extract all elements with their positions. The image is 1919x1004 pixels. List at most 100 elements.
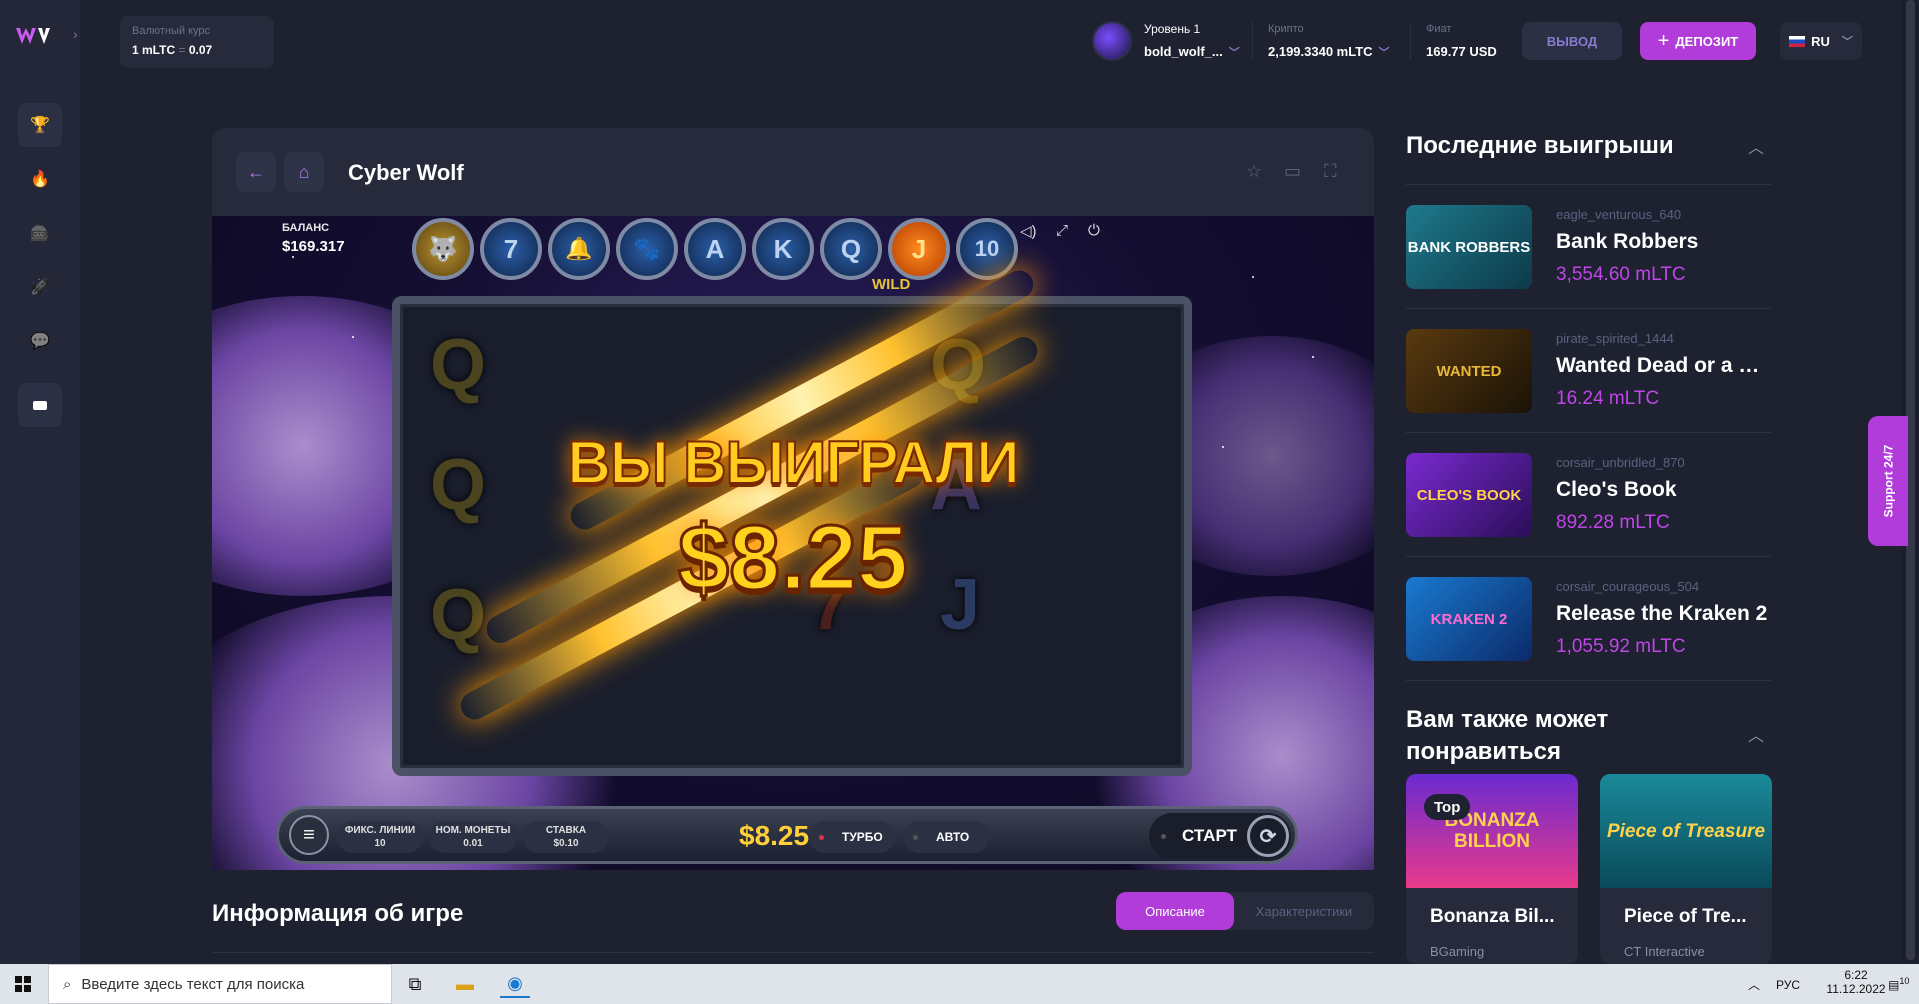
recommend-thumbnail: BONANZA BILLION bbox=[1406, 774, 1578, 888]
search-icon: ⌕ bbox=[63, 975, 72, 993]
game-fullscreen-icon[interactable]: ⤢ bbox=[1056, 222, 1068, 239]
sidebar-item-hot[interactable]: 🔥 bbox=[18, 157, 62, 201]
collapse-chevron-up-icon[interactable]: ︿ bbox=[1748, 134, 1764, 158]
game-menu-button[interactable]: ≡ bbox=[289, 815, 329, 855]
home-button[interactable]: ⌂ bbox=[284, 152, 324, 192]
coin-value-selector[interactable]: НОМ. МОНЕТЫ 0.01 bbox=[429, 821, 517, 853]
turbo-toggle[interactable]: ТУРБО bbox=[809, 821, 895, 853]
deposit-button[interactable]: + ДЕПОЗИТ bbox=[1640, 22, 1756, 60]
language-selector[interactable]: RU ﹀ bbox=[1780, 22, 1862, 60]
star-decoration bbox=[1252, 276, 1254, 278]
home-icon: ⌂ bbox=[298, 161, 310, 182]
support-tab[interactable]: Support 24/7 bbox=[1868, 416, 1908, 546]
exchange-rate-label: Валютный курс bbox=[132, 25, 211, 37]
russia-flag-icon bbox=[1789, 35, 1806, 47]
paytable-symbol-row: 🐺 7 🔔 🐾 A K Q J 10 bbox=[412, 218, 1018, 298]
spin-button[interactable]: СТАРТ ⟳ bbox=[1149, 813, 1291, 859]
notifications-icon[interactable]: ▤10 bbox=[1888, 976, 1909, 992]
fixed-lines-display: ФИКС. ЛИНИИ 10 bbox=[337, 821, 423, 853]
recent-win-amount: 3,554.60 mLTC bbox=[1556, 264, 1686, 285]
game-info-title: Информация об игре bbox=[212, 900, 464, 927]
power-icon[interactable]: ⏻ bbox=[1088, 222, 1100, 239]
recommend-title: Вам также может понравиться bbox=[1406, 706, 1609, 765]
rocket-icon: 🚀 bbox=[30, 279, 50, 296]
divider bbox=[1406, 184, 1772, 185]
withdraw-button[interactable]: ВЫВОД bbox=[1522, 22, 1622, 60]
balance-value: $169.317 bbox=[282, 238, 345, 255]
recommend-card[interactable]: BONANZA BILLION Top Bonanza Bil... BGami… bbox=[1406, 774, 1578, 964]
recent-win-thumbnail[interactable]: KRAKEN 2 bbox=[1406, 577, 1532, 661]
chevron-down-icon: ﹀ bbox=[1841, 36, 1853, 48]
back-button[interactable]: ← bbox=[236, 152, 276, 192]
divider bbox=[1252, 22, 1253, 60]
chevron-down-icon: ﹀ bbox=[1378, 47, 1390, 59]
star-decoration bbox=[1312, 356, 1314, 358]
stake-selector[interactable]: СТАВКА $0.10 bbox=[523, 821, 609, 853]
windows-start-icon[interactable] bbox=[0, 964, 46, 1004]
auto-toggle[interactable]: АВТО bbox=[903, 821, 989, 853]
theater-mode-icon[interactable]: ▭ bbox=[1284, 161, 1301, 182]
recent-win-user: corsair_courageous_504 bbox=[1556, 579, 1700, 594]
tray-chevron-up-icon[interactable]: ︿ bbox=[1748, 976, 1760, 993]
input-language[interactable]: РУС bbox=[1776, 978, 1800, 992]
clock[interactable]: 6:22 11.12.2022 bbox=[1822, 968, 1890, 996]
trophy-icon: 🏆 bbox=[30, 117, 50, 134]
crypto-balance-dropdown[interactable]: 2,199.3340 mLTC ﹀ bbox=[1268, 44, 1390, 60]
recent-win-user: pirate_spirited_1444 bbox=[1556, 331, 1674, 346]
file-explorer-icon[interactable]: ▬ bbox=[450, 970, 480, 998]
tab-description[interactable]: Описание bbox=[1116, 892, 1234, 930]
game-title: Cyber Wolf bbox=[348, 160, 464, 185]
recommend-provider: CT Interactive bbox=[1624, 944, 1705, 959]
start-indicator-icon bbox=[1161, 833, 1166, 839]
wolf-symbol-icon: 🐺 bbox=[412, 218, 474, 280]
favorite-star-icon[interactable]: ☆ bbox=[1246, 161, 1262, 182]
site-logo[interactable] bbox=[16, 24, 64, 48]
sidebar-item-live[interactable] bbox=[18, 383, 62, 427]
exchange-rate-box: Валютный курс 1 mLTC = 0.07 bbox=[120, 16, 274, 68]
edge-browser-icon[interactable]: ◉ bbox=[500, 970, 530, 998]
sidebar-item-crash[interactable]: 🚀 bbox=[18, 265, 62, 309]
task-view-icon[interactable]: ⧉ bbox=[400, 970, 430, 998]
recent-win-amount: 1,055.92 mLTC bbox=[1556, 636, 1686, 657]
recent-win-thumbnail[interactable]: WANTED bbox=[1406, 329, 1532, 413]
collapse-chevron-up-icon[interactable]: ︿ bbox=[1748, 722, 1764, 746]
app-window: › 🏆 🔥 🎰 🚀 💬 Валютный курс 1 mLTC = 0.07 … bbox=[0, 0, 1919, 964]
sidebar-expand-icon[interactable]: › bbox=[73, 26, 78, 42]
slots-icon: 🎰 bbox=[30, 225, 50, 242]
star-decoration bbox=[292, 256, 294, 258]
sidebar-item-slots[interactable]: 🎰 bbox=[18, 211, 62, 255]
sidebar-item-chat[interactable]: 💬 bbox=[18, 319, 62, 363]
tab-characteristics[interactable]: Характеристики bbox=[1234, 892, 1374, 930]
recent-win-game[interactable]: Release the Kraken 2 bbox=[1556, 602, 1776, 626]
tv-icon bbox=[33, 400, 47, 410]
fiat-label: Фиат bbox=[1426, 23, 1452, 35]
recommend-provider: BGaming bbox=[1430, 944, 1485, 959]
j-wild-symbol-icon: J bbox=[888, 218, 950, 280]
recent-win-user: eagle_venturous_640 bbox=[1556, 207, 1682, 222]
chat-icon: 💬 bbox=[30, 333, 50, 350]
recent-win-game[interactable]: Wanted Dead or a Wil... bbox=[1556, 354, 1776, 378]
top-badge: Top bbox=[1424, 794, 1471, 820]
taskbar-search-input[interactable]: ⌕ Введите здесь текст для поиска bbox=[48, 964, 392, 1004]
username-dropdown[interactable]: bold_wolf_... ﹀ bbox=[1144, 44, 1240, 60]
sidebar-item-tournaments[interactable]: 🏆 bbox=[18, 103, 62, 147]
recent-win-game[interactable]: Bank Robbers bbox=[1556, 230, 1776, 254]
k-symbol-icon: K bbox=[752, 218, 814, 280]
recent-win-thumbnail[interactable]: BANK ROBBERS bbox=[1406, 205, 1532, 289]
wild-label: WILD bbox=[872, 276, 911, 293]
reel-symbol: Q bbox=[430, 325, 487, 405]
recent-win-thumbnail[interactable]: CLEO'S BOOK bbox=[1406, 453, 1532, 537]
recommend-card[interactable]: Piece of Treasure Piece of Tre... CT Int… bbox=[1600, 774, 1772, 964]
divider bbox=[1406, 680, 1772, 681]
divider bbox=[1406, 556, 1772, 557]
balance-label: БАЛАНС bbox=[282, 222, 330, 234]
exchange-rate-value: 1 mLTC = 0.07 bbox=[132, 43, 213, 57]
turbo-indicator-icon bbox=[819, 834, 824, 840]
avatar[interactable] bbox=[1092, 21, 1132, 61]
recent-win-game[interactable]: Cleo's Book bbox=[1556, 478, 1776, 502]
game-canvas[interactable]: БАЛАНС $169.317 i ◁) ⤢ ⏻ Q Q Q Q A 7 J 🐺… bbox=[212, 216, 1374, 870]
user-level: Уровень 1 bbox=[1144, 22, 1201, 36]
sound-icon[interactable]: ◁) bbox=[1020, 222, 1037, 240]
fullscreen-icon[interactable]: ⛶ bbox=[1324, 161, 1337, 182]
fire-icon: 🔥 bbox=[30, 171, 50, 188]
